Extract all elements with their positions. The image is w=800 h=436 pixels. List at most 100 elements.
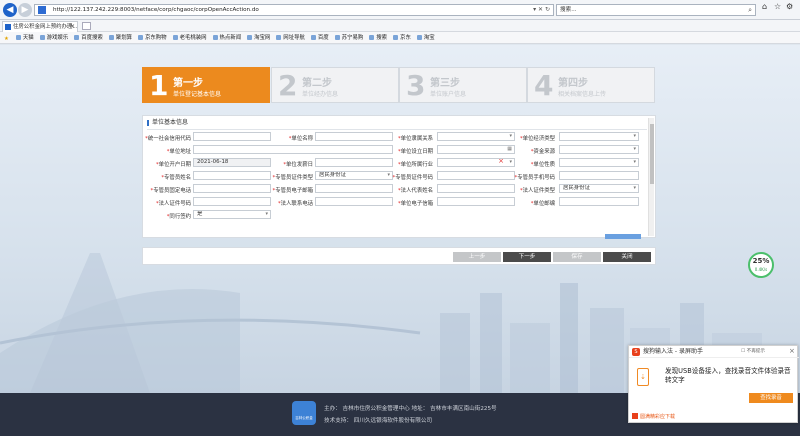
label-zipcode: *单位邮编	[530, 201, 555, 207]
favorite-favicon-icon	[276, 35, 282, 40]
prev-button[interactable]: 上一步	[453, 252, 501, 262]
economy-type-select[interactable]: ▾	[559, 132, 639, 141]
form-scrollbar[interactable]	[648, 118, 654, 236]
tab-active[interactable]: 住房公积金网上预约办理... ×	[2, 21, 78, 32]
close-icon[interactable]: ×	[789, 347, 795, 355]
agent-mobile-input[interactable]	[559, 171, 639, 180]
site-favicon-icon	[38, 6, 46, 14]
chevron-down-icon: ▾	[633, 185, 636, 191]
popup-header: S 搜狗输入法 - 录屏助手 ☐ 不再提示 ×	[629, 346, 799, 358]
favorite-link[interactable]: 百度	[310, 32, 329, 44]
gear-icon[interactable]: ⚙	[786, 2, 793, 11]
zipcode-input[interactable]	[559, 197, 639, 206]
label-same-site: *同行签约	[166, 214, 191, 220]
favorite-link[interactable]: 聚划算	[108, 32, 132, 44]
next-button[interactable]: 下一步	[503, 252, 551, 262]
hidden-button-peek[interactable]	[605, 234, 641, 239]
search-icon[interactable]: ⌕	[748, 5, 752, 15]
favorite-link[interactable]: 淘宝	[416, 32, 435, 44]
close-button[interactable]: 关闭	[603, 252, 651, 262]
step-number: 1	[149, 69, 169, 102]
footer-line-1: 主办： 吉林市住房公积金管理中心 地址： 吉林市丰满区南山街225号	[324, 406, 497, 412]
popup-footer-link[interactable]: 圆满精彩应下载	[629, 412, 799, 423]
app-icon	[632, 413, 638, 419]
save-button[interactable]: 保存	[553, 252, 601, 262]
address-input[interactable]	[193, 145, 393, 154]
favorite-link[interactable]: 淘宝网	[247, 32, 270, 44]
new-tab-button[interactable]	[82, 22, 91, 30]
label-legal-id-no: *法人证件号码	[155, 201, 191, 207]
favorite-favicon-icon	[108, 35, 114, 40]
favorites-star-icon[interactable]: ☆	[774, 2, 781, 11]
nature-select[interactable]: ▾	[559, 158, 639, 167]
refresh-icon[interactable]: ▾ ✕ ↻	[533, 5, 550, 15]
select-value: 是	[197, 211, 203, 217]
label-unit-name: *单位名称	[288, 136, 313, 142]
favorite-link[interactable]: 京东	[393, 32, 411, 44]
step-subtitle: 单位经办信息	[302, 91, 339, 98]
label-economy-type: *单位经济类型	[519, 136, 555, 142]
step-title: 第二步	[302, 78, 332, 89]
button-bar: 上一步 下一步 保存 关闭	[142, 247, 656, 265]
label-agent-name: *专管员姓名	[161, 175, 191, 181]
dont-show-checkbox[interactable]: ☐ 不再提示	[741, 348, 765, 356]
legal-id-type-select[interactable]: 居民身份证 ▾	[559, 184, 639, 193]
popup-title: 搜狗输入法 - 录屏助手	[643, 348, 703, 355]
address-bar[interactable]: http://122.137.242.229:8003/netface/corp…	[34, 4, 554, 16]
chevron-down-icon: ▾	[265, 211, 268, 217]
step-subtitle: 单位登记基本信息	[173, 91, 222, 98]
forward-icon[interactable]: ▶	[18, 3, 32, 17]
tab-title: 住房公积金网上预约办理...	[13, 24, 78, 30]
url-text: http://122.137.242.229:8003/netface/corp…	[53, 7, 259, 13]
label-unit-phone: *单位电子信箱	[397, 201, 433, 207]
form-panel: 单位基本信息 *统一社会信用代码 *单位名称 *单位隶属关系 ▾ *单位经济类型…	[142, 115, 656, 239]
favorite-favicon-icon	[212, 35, 218, 40]
step-3: 3 第三步 单位账户信息	[399, 67, 527, 103]
label-bank: *单位所属行业	[397, 162, 433, 168]
select-value: 居民身份证	[319, 172, 346, 178]
usb-icon: ⇣	[637, 368, 649, 386]
favorite-link[interactable]: 老毛桃装网	[172, 32, 207, 44]
favorite-favicon-icon	[15, 35, 21, 40]
favorites-bar: ★ 天猫 游戏娱乐 百度搜索 聚划算 京东购物 老毛桃装网 热点新闻 淘宝网 网址导航 百度 苏宁易购…	[0, 32, 800, 44]
find-recording-button[interactable]: 查找录音	[749, 393, 793, 403]
ime-popup: S 搜狗输入法 - 录屏助手 ☐ 不再提示 × ⇣ 发现USB设备接入，查找录音…	[628, 345, 799, 423]
favorite-favicon-icon	[393, 35, 399, 40]
footer-logo: 吉林公积金	[292, 401, 316, 425]
search-placeholder: 搜索...	[560, 7, 577, 13]
favorite-favicon-icon	[172, 35, 178, 40]
back-icon[interactable]: ◀	[3, 3, 17, 17]
label-legal-name: *法人代表姓名	[397, 188, 433, 194]
favorite-link[interactable]: 苏宁易购	[334, 32, 363, 44]
gauge-speed: 0.4K/s	[754, 267, 768, 272]
same-site-select[interactable]: 是 ▾	[193, 210, 271, 219]
step-number: 2	[278, 69, 298, 102]
browser-toolbar: ◀ ▶ http://122.137.242.229:8003/netface/…	[0, 0, 800, 20]
favorite-link[interactable]: 京东购物	[137, 32, 167, 44]
step-title: 第四步	[558, 78, 588, 89]
fund-source-select[interactable]: ▾	[559, 145, 639, 154]
popup-message: 发现USB设备接入，查找录音文件体验录音转文字	[665, 367, 791, 384]
step-2: 2 第二步 单位经办信息	[271, 67, 399, 103]
home-icon[interactable]: ⌂	[762, 2, 767, 11]
label-legal-phone: *法人联系电话	[277, 201, 313, 207]
favorite-favicon-icon	[247, 35, 253, 40]
label-agent-phone: *专管员固定电话	[150, 188, 191, 194]
network-gauge[interactable]: 25% 0.4K/s	[748, 252, 774, 278]
favorite-link[interactable]: 百度搜索	[74, 32, 103, 44]
search-input[interactable]: 搜索... ⌕	[556, 4, 756, 16]
favorite-link[interactable]: 网址导航	[276, 32, 305, 44]
favorite-link[interactable]: 热点新闻	[212, 32, 241, 44]
favorite-link[interactable]: 搜索	[369, 32, 387, 44]
favorite-link[interactable]: 天猫	[15, 32, 34, 44]
label-legal-id-type: *法人证件类型	[519, 188, 555, 194]
favorites-star-icon[interactable]: ★	[4, 32, 10, 45]
label-open-date: *单位开户日期	[155, 162, 191, 168]
section-title: 单位基本信息	[147, 120, 188, 126]
label-setup-date: *单位设立日期	[397, 149, 433, 155]
close-icon[interactable]: ×	[70, 22, 75, 32]
favorite-link[interactable]: 游戏娱乐	[39, 32, 68, 44]
label-address: *单位地址	[166, 149, 191, 155]
chevron-down-icon: ▾	[633, 133, 636, 139]
scrollbar-thumb[interactable]	[650, 124, 654, 184]
